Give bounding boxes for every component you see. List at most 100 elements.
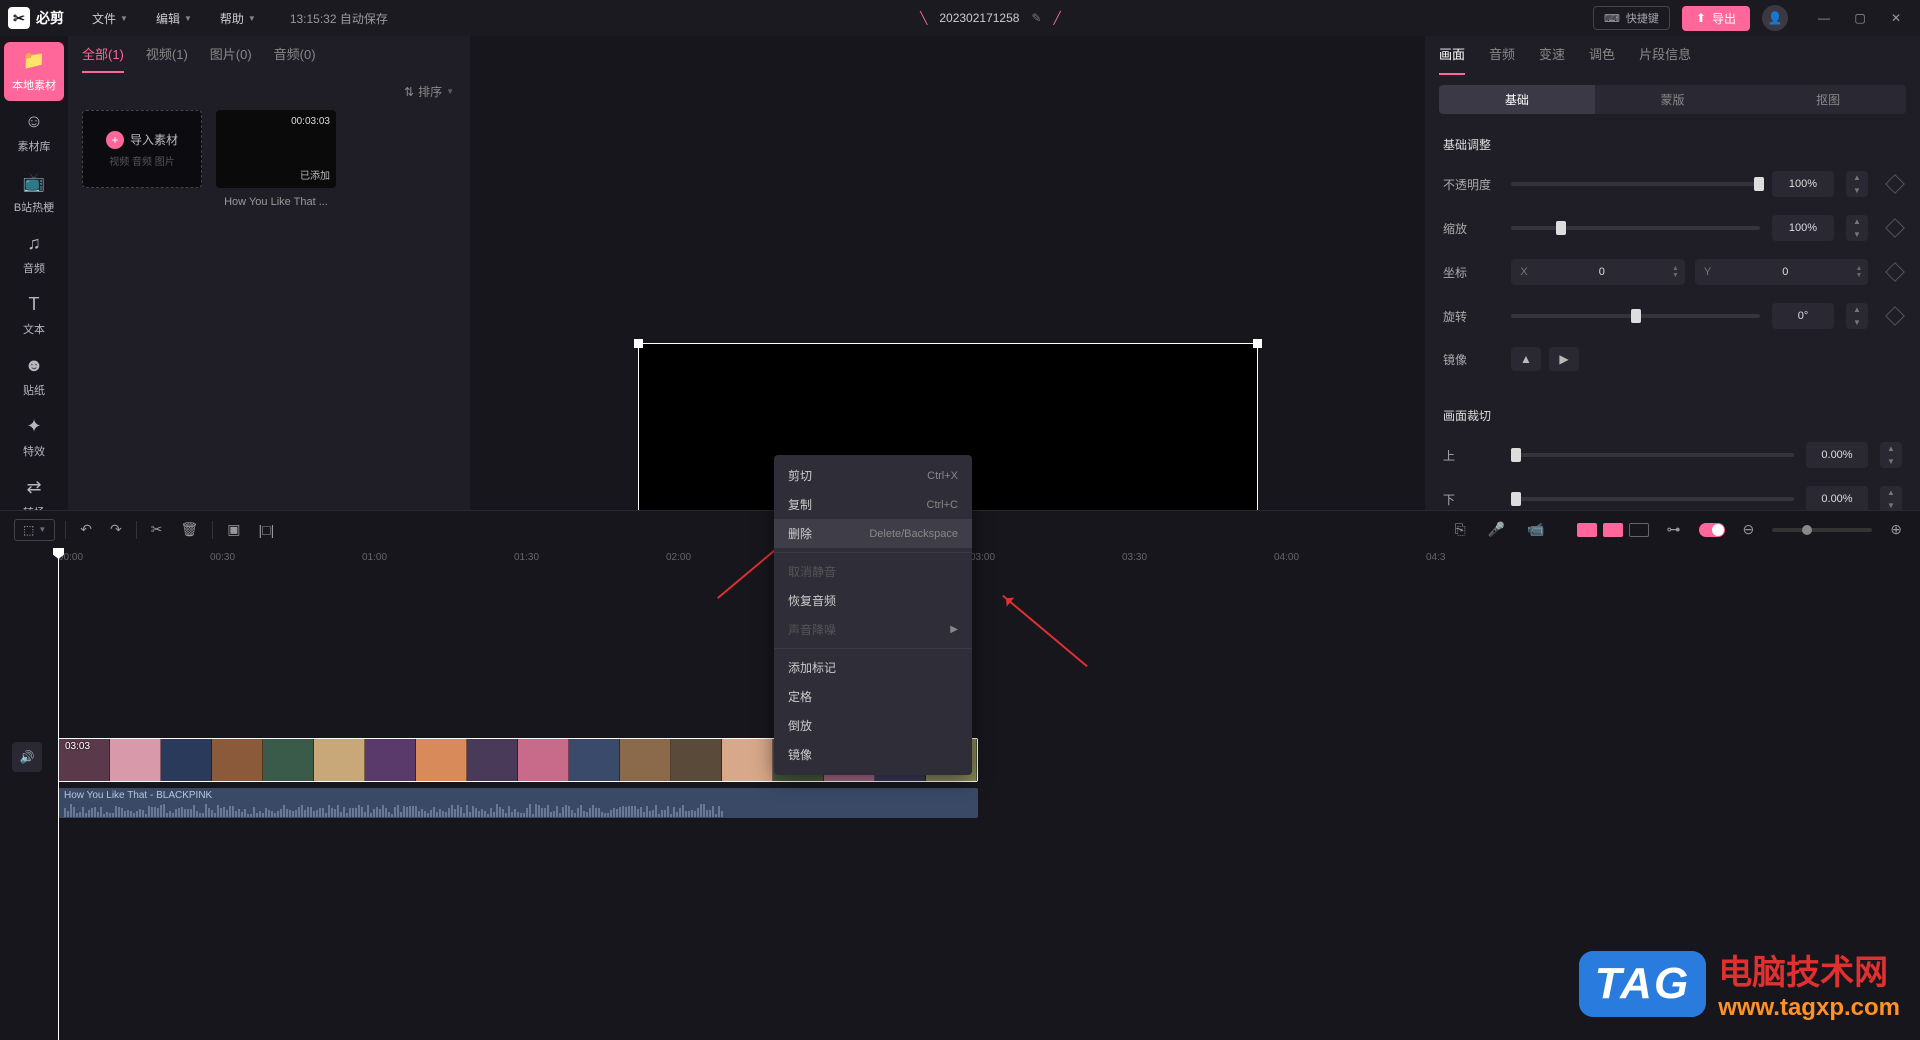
keyframe-toggle[interactable] (1885, 174, 1905, 194)
tab-picture[interactable]: 画面 (1439, 44, 1465, 75)
subtab-cutout[interactable]: 抠图 (1750, 85, 1906, 114)
zoom-out-icon[interactable]: ⊖ (1739, 517, 1759, 542)
ctx-定格[interactable]: 定格 (774, 682, 972, 711)
nav-B站热梗[interactable]: 📺B站热梗 (4, 164, 64, 223)
snap-mode-2[interactable] (1603, 523, 1623, 537)
crop-bottom-stepper[interactable]: ▲▼ (1880, 486, 1902, 512)
nav-本地素材[interactable]: 📁本地素材 (4, 42, 64, 101)
zoom-slider[interactable] (1772, 528, 1872, 532)
sort-button[interactable]: ⇅排序▼ (404, 83, 454, 100)
split-button[interactable]: ✂ (147, 517, 167, 542)
crop-tl-button[interactable]: ▣ (223, 517, 244, 542)
upload-icon: ⬆ (1696, 11, 1706, 25)
caption-icon[interactable]: ⎘ (1450, 517, 1469, 542)
resize-handle[interactable] (1253, 339, 1262, 348)
zoom-in-icon[interactable]: ⊕ (1886, 517, 1906, 542)
scale-slider[interactable] (1511, 226, 1760, 230)
import-card[interactable]: +导入素材 视频 音频 图片 (82, 110, 202, 208)
rotate-slider[interactable] (1511, 314, 1760, 318)
opacity-value[interactable]: 100% (1772, 171, 1834, 197)
record-icon[interactable]: 📹 (1523, 517, 1548, 542)
ctx-删除[interactable]: 删除Delete/Backspace (774, 519, 972, 548)
rotate-row: 旋转 0° ▲▼ (1443, 303, 1902, 329)
section-crop: 画面裁切 (1443, 407, 1902, 424)
undo-button[interactable]: ↶ (76, 517, 96, 542)
menu-edit[interactable]: 编辑▼ (144, 6, 204, 31)
nav-文本[interactable]: T文本 (4, 286, 64, 345)
mic-icon[interactable]: 🎤 (1484, 517, 1509, 542)
scale-value[interactable]: 100% (1772, 215, 1834, 241)
crop-bottom-slider[interactable] (1511, 497, 1794, 501)
nav-icon: 📁 (23, 50, 45, 71)
track-mute-button[interactable]: 🔊 (12, 742, 42, 772)
media-tab-video[interactable]: 视频(1) (146, 44, 188, 73)
snap-mode-1[interactable] (1577, 523, 1597, 537)
menu-help[interactable]: 帮助▼ (208, 6, 268, 31)
nav-音频[interactable]: ♫音频 (4, 225, 64, 284)
menu-file[interactable]: 文件▼ (80, 6, 140, 31)
snap-mode-3[interactable] (1629, 523, 1649, 537)
ctx-倒放[interactable]: 倒放 (774, 711, 972, 740)
export-button[interactable]: ⬆导出 (1682, 6, 1750, 31)
keyframe-toggle[interactable] (1885, 262, 1905, 282)
titlebar: ✂ 必剪 文件▼ 编辑▼ 帮助▼ 13:15:32 自动保存 ╲ 2023021… (0, 0, 1920, 36)
media-tab-all[interactable]: 全部(1) (82, 44, 124, 73)
coord-y-input[interactable]: Y0▲▼ (1695, 259, 1869, 285)
tab-info[interactable]: 片段信息 (1639, 44, 1691, 75)
minimize-button[interactable]: — (1808, 4, 1840, 32)
media-tab-image[interactable]: 图片(0) (210, 44, 252, 73)
titlebar-right: ⌨快捷键 ⬆导出 👤 — ▢ ✕ (1593, 4, 1912, 32)
playhead[interactable] (58, 548, 59, 1040)
coord-x-input[interactable]: X0▲▼ (1511, 259, 1685, 285)
rotate-value[interactable]: 0° (1772, 303, 1834, 329)
opacity-slider[interactable] (1511, 182, 1760, 186)
nav-icon: 📺 (23, 172, 45, 193)
delete-button[interactable]: 🗑 (176, 517, 202, 542)
opacity-row: 不透明度 100% ▲▼ (1443, 171, 1902, 197)
crop-top-slider[interactable] (1511, 453, 1794, 457)
nav-特效[interactable]: ✦特效 (4, 408, 64, 467)
subtab-mask[interactable]: 蒙版 (1595, 85, 1751, 114)
ctx-恢复音频[interactable]: 恢复音频 (774, 586, 972, 615)
resize-handle[interactable] (634, 339, 643, 348)
auto-snap-toggle[interactable] (1699, 523, 1725, 537)
keyframe-toggle[interactable] (1885, 306, 1905, 326)
opacity-stepper[interactable]: ▲▼ (1846, 171, 1868, 197)
mirror-v-button[interactable]: ▶ (1549, 347, 1579, 371)
crop-top-value[interactable]: 0.00% (1806, 442, 1868, 468)
selection-tool[interactable]: ⬚ ▼ (14, 519, 55, 541)
subtab-basic[interactable]: 基础 (1439, 85, 1595, 114)
tab-speed[interactable]: 变速 (1539, 44, 1565, 75)
redo-button[interactable]: ↷ (106, 517, 126, 542)
keyframe-toggle[interactable] (1885, 218, 1905, 238)
nav-贴纸[interactable]: ☻贴纸 (4, 347, 64, 406)
mirror-h-button[interactable]: ▲ (1511, 347, 1541, 371)
context-menu: 剪切Ctrl+X复制Ctrl+C删除Delete/Backspace取消静音恢复… (774, 455, 972, 775)
ctx-复制[interactable]: 复制Ctrl+C (774, 490, 972, 519)
coord-row: 坐标 X0▲▼ Y0▲▼ (1443, 259, 1902, 285)
nav-素材库[interactable]: ☺素材库 (4, 103, 64, 162)
tab-color[interactable]: 调色 (1589, 44, 1615, 75)
timeline-ruler[interactable]: 00:0000:3001:0001:3002:0002:3003:0003:30… (58, 548, 1908, 572)
magnet-icon[interactable]: ⊶ (1663, 517, 1685, 542)
audio-clip[interactable]: How You Like That - BLACKPINK (58, 788, 978, 818)
crop-bottom-value[interactable]: 0.00% (1806, 486, 1868, 512)
crop-top-stepper[interactable]: ▲▼ (1880, 442, 1902, 468)
rotate-stepper[interactable]: ▲▼ (1846, 303, 1868, 329)
media-tab-audio[interactable]: 音频(0) (274, 44, 316, 73)
ctx-添加标记[interactable]: 添加标记 (774, 653, 972, 682)
close-button[interactable]: ✕ (1880, 4, 1912, 32)
edit-title-icon[interactable]: ✎ (1031, 11, 1041, 25)
trim-button[interactable]: |□| (254, 518, 278, 542)
scale-stepper[interactable]: ▲▼ (1846, 215, 1868, 241)
ctx-剪切[interactable]: 剪切Ctrl+X (774, 461, 972, 490)
media-clip[interactable]: 00:03:03 已添加 How You Like That ... (216, 110, 336, 208)
maximize-button[interactable]: ▢ (1844, 4, 1876, 32)
clip-name: How You Like That ... (216, 196, 336, 208)
ctx-镜像[interactable]: 镜像 (774, 740, 972, 769)
plus-icon: + (106, 131, 124, 149)
project-title-area: ╲ 202302171258 ✎ ╱ (392, 11, 1589, 25)
user-avatar[interactable]: 👤 (1762, 5, 1788, 31)
tab-audio[interactable]: 音频 (1489, 44, 1515, 75)
shortcuts-button[interactable]: ⌨快捷键 (1593, 6, 1670, 30)
